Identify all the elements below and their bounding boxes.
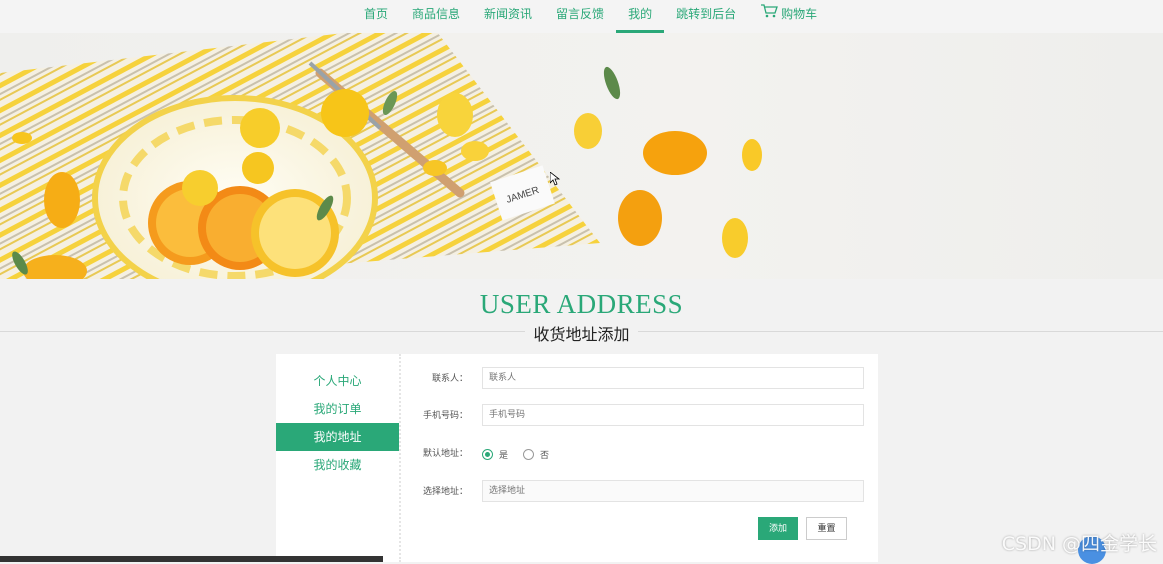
phone-label: 手机号码：	[422, 411, 468, 421]
contact-input[interactable]	[482, 367, 864, 389]
nav-item-mine[interactable]: 我的	[616, 0, 665, 33]
sidebar-item-orders[interactable]: 我的订单	[276, 395, 399, 423]
cart-icon	[760, 0, 778, 29]
default-label: 默认地址：	[422, 449, 468, 459]
address-label: 选择地址：	[422, 487, 468, 497]
section-title-cn: 收货地址添加	[0, 321, 1163, 345]
section-title-en: USER ADDRESS	[479, 289, 684, 319]
nav-item-cart-label: 购物车	[781, 7, 818, 21]
nav-item-admin[interactable]: 跳转到后台	[664, 0, 748, 33]
default-no-label: 否	[540, 450, 550, 461]
nav-item-feedback[interactable]: 留言反馈	[544, 0, 616, 33]
section-title-cn-text: 收货地址添加	[525, 325, 638, 344]
default-yes-label: 是	[499, 450, 509, 461]
nav-item-cart[interactable]: 购物车	[748, 0, 829, 33]
nav-item-home[interactable]: 首页	[352, 0, 400, 33]
user-sidebar: 个人中心 我的订单 我的地址 我的收藏	[276, 354, 401, 562]
default-yes-option[interactable]: 是	[482, 448, 508, 461]
address-row: 选择地址：	[400, 480, 878, 504]
sidebar-item-favorites[interactable]: 我的收藏	[276, 451, 399, 479]
default-row: 默认地址： 是 否	[400, 442, 878, 466]
address-panel: 个人中心 我的订单 我的地址 我的收藏 联系人： 手机号码： 默认地址： 是	[276, 354, 878, 562]
mouse-cursor-icon	[550, 172, 560, 186]
address-input[interactable]	[482, 480, 864, 502]
taskbar-fragment	[0, 556, 383, 562]
sidebar-item-address[interactable]: 我的地址	[276, 423, 399, 451]
nav-menu: 首页 商品信息 新闻资讯 留言反馈 我的 跳转到后台 购物车	[352, 0, 829, 33]
sidebar-item-profile[interactable]: 个人中心	[276, 367, 399, 395]
add-button[interactable]: 添加	[758, 517, 798, 540]
default-no-option[interactable]: 否	[523, 448, 549, 461]
reset-button[interactable]: 重置	[806, 517, 847, 540]
banner-image: JAMER	[0, 33, 762, 279]
address-form: 联系人： 手机号码： 默认地址： 是 否 选择地址： 添加	[400, 354, 878, 562]
top-nav: 首页 商品信息 新闻资讯 留言反馈 我的 跳转到后台 购物车	[0, 0, 1163, 33]
watermark: CSDN @四金学长	[1001, 533, 1157, 555]
section-header: USER ADDRESS 收货地址添加	[0, 279, 1163, 344]
default-radio-group: 是 否	[482, 442, 564, 466]
nav-item-products[interactable]: 商品信息	[400, 0, 472, 33]
contact-row: 联系人：	[400, 367, 878, 391]
nav-item-news[interactable]: 新闻资讯	[472, 0, 544, 33]
phone-row: 手机号码：	[400, 404, 878, 428]
phone-input[interactable]	[482, 404, 864, 426]
radio-no[interactable]	[523, 448, 535, 460]
contact-label: 联系人：	[431, 374, 468, 384]
hero-banner: JAMER	[0, 33, 1163, 279]
radio-yes[interactable]	[482, 448, 493, 460]
